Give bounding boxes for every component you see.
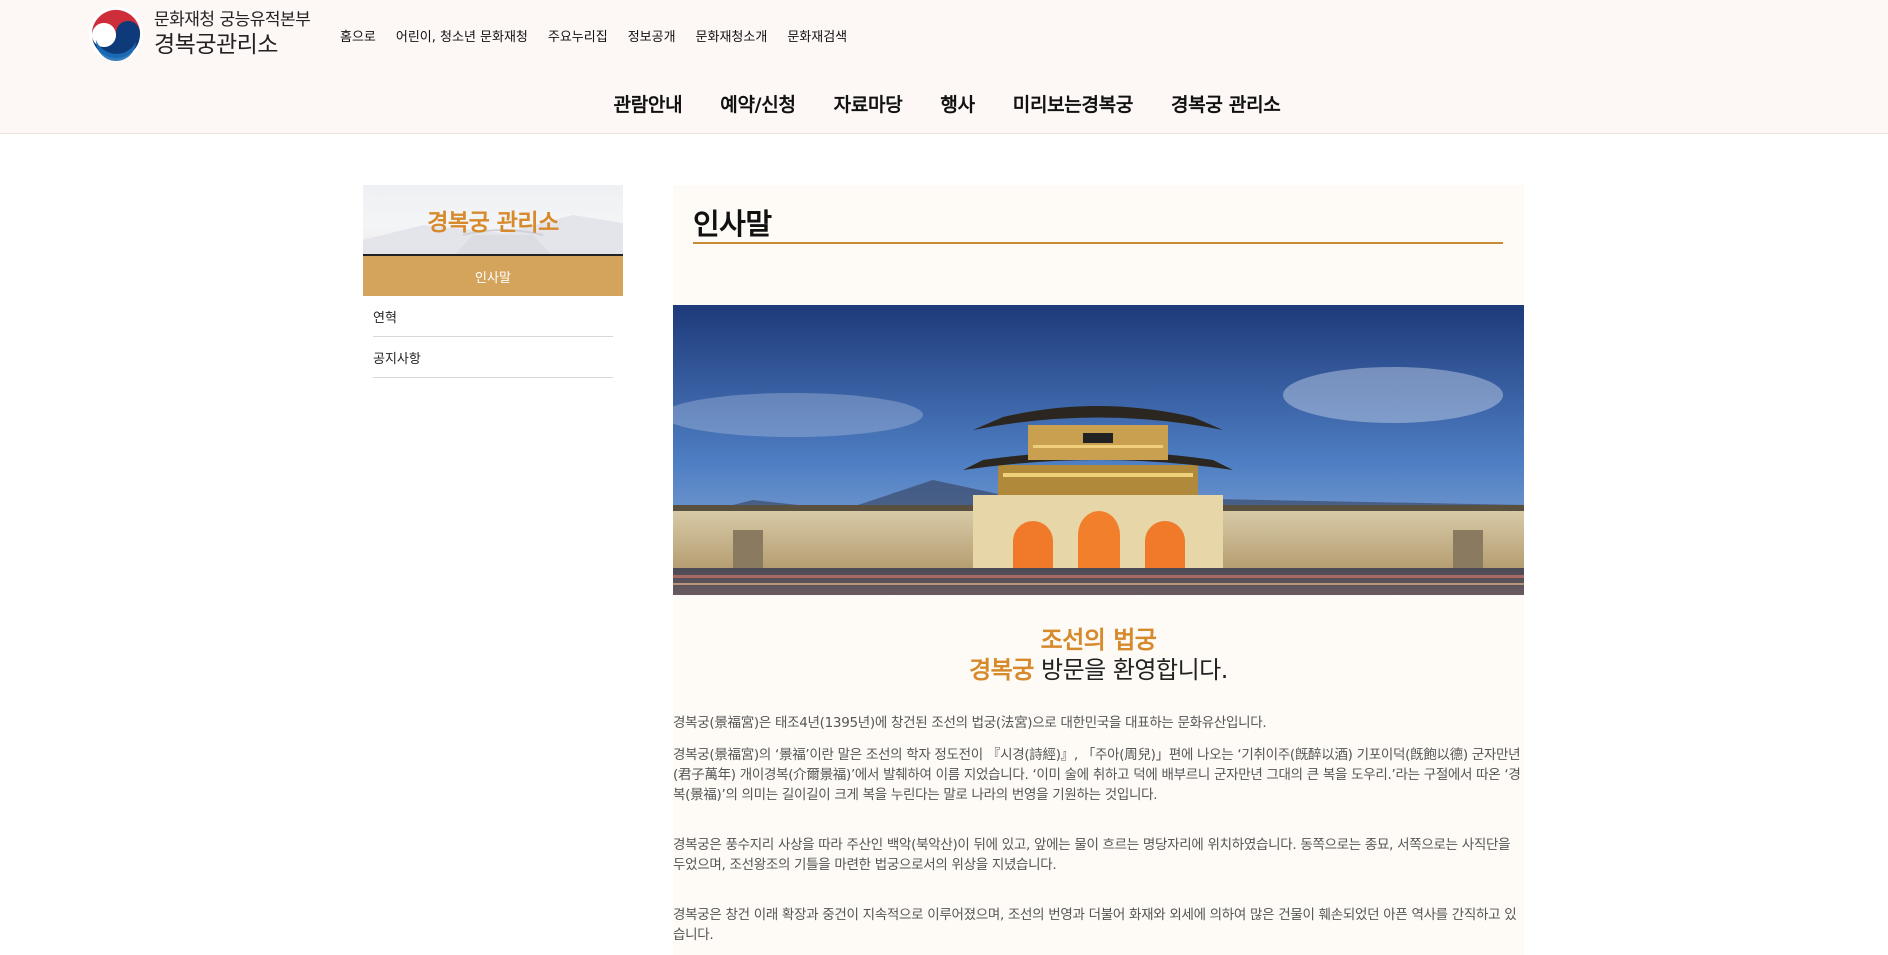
nav-office[interactable]: 경복궁 관리소 <box>1171 90 1281 117</box>
util-link-info[interactable]: 정보공개 <box>628 26 676 45</box>
intro-paragraph-3: 경복궁은 풍수지리 사상을 따라 주산인 백악(북악산)이 뒤에 있고, 앞에는… <box>673 837 1511 873</box>
sidebar-item-history[interactable]: 연혁 <box>373 296 613 337</box>
sidebar-item-notices[interactable]: 공지사항 <box>373 337 613 378</box>
nav-preview[interactable]: 미리보는경복궁 <box>1013 90 1134 117</box>
taegeuk-emblem-icon <box>89 7 143 62</box>
welcome-accent-line1: 조선의 법궁 <box>1040 626 1157 654</box>
nav-events[interactable]: 행사 <box>940 90 975 117</box>
page-title: 인사말 <box>693 207 772 241</box>
site-header: 문화재청 궁능유적본부 경복궁관리소 홈으로 어린이, 청소년 문화재청 주요누… <box>0 0 1888 134</box>
gwanghwamun-gate-photo <box>673 305 1524 595</box>
sidebar-title: 경복궁 관리소 <box>427 209 559 236</box>
site-logo[interactable]: 문화재청 궁능유적본부 경복궁관리소 <box>88 6 311 62</box>
nav-visit-guide[interactable]: 관람안내 <box>614 90 683 117</box>
main-nav: 관람안내 예약/신청 자료마당 행사 미리보는경복궁 경복궁 관리소 <box>0 90 1888 117</box>
util-link-kids[interactable]: 어린이, 청소년 문화재청 <box>396 26 528 45</box>
util-link-about[interactable]: 문화재청소개 <box>696 26 768 45</box>
welcome-message: 방문을 환영합니다. <box>1040 656 1228 684</box>
sidebar-header: 경복궁 관리소 <box>363 185 623 256</box>
intro-paragraph-2: 경복궁(景福宮)의 ‘景福’이란 말은 조선의 학자 정도전이 『시경(詩經)』… <box>673 747 1521 803</box>
title-divider <box>693 242 1503 244</box>
logo-site-name: 경복궁관리소 <box>154 32 278 58</box>
nav-reservation[interactable]: 예약/신청 <box>720 90 796 117</box>
intro-paragraph-1: 경복궁(景福宮)은 태조4년(1395년)에 창건된 조선의 법궁(法宮)으로 … <box>673 715 1267 731</box>
logo-org-name: 문화재청 궁능유적본부 <box>154 10 311 30</box>
util-link-search[interactable]: 문화재검색 <box>787 26 847 45</box>
intro-paragraph-4: 경복궁은 창건 이래 확장과 중건이 지속적으로 이루어졌으며, 조선의 번영과… <box>673 907 1517 943</box>
util-link-sites[interactable]: 주요누리집 <box>548 26 608 45</box>
util-link-home[interactable]: 홈으로 <box>340 26 376 45</box>
sidebar-item-greeting[interactable]: 인사말 <box>363 256 623 296</box>
nav-resources[interactable]: 자료마당 <box>834 90 903 117</box>
main-content: 인사말 조선의 법궁 경복궁 방문을 환영합니다. 경복궁(景福宮)은 태조4년… <box>673 185 1524 955</box>
welcome-accent-palace: 경복궁 <box>969 656 1034 684</box>
welcome-heading: 조선의 법궁 경복궁 방문을 환영합니다. <box>673 625 1524 685</box>
sidebar: 경복궁 관리소 인사말 연혁 공지사항 <box>363 185 623 378</box>
utility-nav: 홈으로 어린이, 청소년 문화재청 주요누리집 정보공개 문화재청소개 문화재검… <box>340 26 847 45</box>
